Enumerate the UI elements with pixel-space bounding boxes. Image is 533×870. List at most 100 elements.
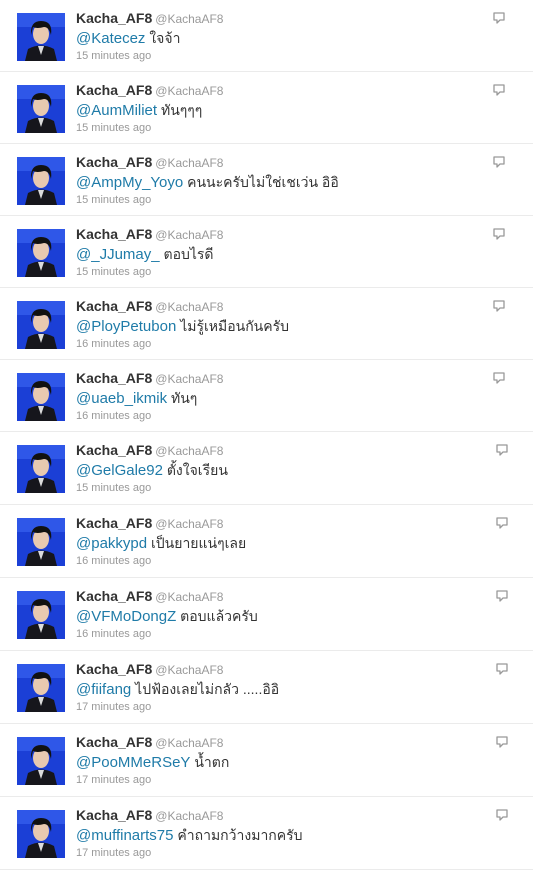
reply-icon[interactable] xyxy=(492,155,506,169)
avatar[interactable] xyxy=(17,301,65,349)
timestamp-link[interactable]: 15 minutes ago xyxy=(76,121,493,136)
author-handle[interactable]: @KachaAF8 xyxy=(155,84,223,98)
avatar[interactable] xyxy=(17,518,65,566)
author-handle[interactable]: @KachaAF8 xyxy=(155,663,223,677)
avatar[interactable] xyxy=(17,157,65,205)
author-name[interactable]: Kacha_AF8 xyxy=(76,298,152,314)
avatar-image xyxy=(17,591,65,639)
author-handle[interactable]: @KachaAF8 xyxy=(155,736,223,750)
avatar-image xyxy=(17,445,65,493)
author-name[interactable]: Kacha_AF8 xyxy=(76,154,152,170)
reply-icon[interactable] xyxy=(495,443,509,457)
tweet-item: Kacha_AF8 @KachaAF8 @PooMMeRSeY น้ำตก 17 … xyxy=(0,724,533,797)
reply-icon[interactable] xyxy=(495,735,509,749)
mention-link[interactable]: @PloyPetubon xyxy=(76,318,176,335)
tweet-text: ใจจ้า xyxy=(149,30,181,46)
avatar[interactable] xyxy=(17,85,65,133)
reply-icon[interactable] xyxy=(495,516,509,530)
author-name[interactable]: Kacha_AF8 xyxy=(76,515,152,531)
mention-link[interactable]: @fiifang xyxy=(76,681,131,698)
avatar[interactable] xyxy=(17,445,65,493)
tweet-text: คำถามกว้างมากครับ xyxy=(177,827,303,843)
mention-link[interactable]: @AumMiliet xyxy=(76,102,157,119)
tweet-text: ตอบไรดี xyxy=(163,246,214,262)
author-handle[interactable]: @KachaAF8 xyxy=(155,228,223,242)
author-name[interactable]: Kacha_AF8 xyxy=(76,82,152,98)
author-name[interactable]: Kacha_AF8 xyxy=(76,661,152,677)
avatar[interactable] xyxy=(17,229,65,277)
author-name[interactable]: Kacha_AF8 xyxy=(76,10,152,26)
avatar-image xyxy=(17,518,65,566)
mention-link[interactable]: @AmpMy_Yoyo xyxy=(76,174,183,191)
timestamp-link[interactable]: 16 minutes ago xyxy=(76,554,493,569)
avatar-image xyxy=(17,373,65,421)
timestamp-link[interactable]: 16 minutes ago xyxy=(76,337,493,352)
avatar[interactable] xyxy=(17,373,65,421)
timestamp-link[interactable]: 17 minutes ago xyxy=(76,700,493,715)
tweet-item: Kacha_AF8 @KachaAF8 @VFMoDongZ ตอบแล้วครั… xyxy=(0,578,533,651)
timestamp-link[interactable]: 15 minutes ago xyxy=(76,265,493,280)
author-handle[interactable]: @KachaAF8 xyxy=(155,517,223,531)
mention-link[interactable]: @Katecez xyxy=(76,30,145,47)
mention-link[interactable]: @GelGale92 xyxy=(76,462,163,479)
tweet-item: Kacha_AF8 @KachaAF8 @PloyPetubon ไม่รู้เห… xyxy=(0,288,533,360)
tweet-text: เป็นยายแน่ๆเลย xyxy=(151,535,247,551)
author-handle[interactable]: @KachaAF8 xyxy=(155,300,223,314)
mention-link[interactable]: @PooMMeRSeY xyxy=(76,754,190,771)
mention-link[interactable]: @uaeb_ikmik xyxy=(76,390,167,407)
avatar-image xyxy=(17,301,65,349)
timestamp-link[interactable]: 15 minutes ago xyxy=(76,49,493,64)
reply-icon[interactable] xyxy=(495,662,509,676)
timestamp-link[interactable]: 17 minutes ago xyxy=(76,846,493,861)
avatar-image xyxy=(17,810,65,858)
avatar[interactable] xyxy=(17,737,65,785)
author-name[interactable]: Kacha_AF8 xyxy=(76,588,152,604)
avatar-image xyxy=(17,737,65,785)
avatar[interactable] xyxy=(17,591,65,639)
reply-icon[interactable] xyxy=(492,371,506,385)
reply-icon[interactable] xyxy=(492,83,506,97)
avatar[interactable] xyxy=(17,664,65,712)
reply-icon[interactable] xyxy=(492,299,506,313)
avatar-image xyxy=(17,85,65,133)
tweet-item: Kacha_AF8 @KachaAF8 @_JJumay_ ตอบไรดี 15 … xyxy=(0,216,533,288)
author-name[interactable]: Kacha_AF8 xyxy=(76,442,152,458)
tweet-text: ไปฟ้องเลยไม่กลัว .....อิอิ xyxy=(135,681,280,697)
tweet-item: Kacha_AF8 @KachaAF8 @Katecez ใจจ้า 15 min… xyxy=(0,0,533,72)
author-handle[interactable]: @KachaAF8 xyxy=(155,372,223,386)
tweet-item: Kacha_AF8 @KachaAF8 @AumMiliet ทันๆๆๆ 15 … xyxy=(0,72,533,144)
timestamp-link[interactable]: 16 minutes ago xyxy=(76,627,493,642)
reply-icon[interactable] xyxy=(492,227,506,241)
timestamp-link[interactable]: 15 minutes ago xyxy=(76,193,493,208)
reply-icon[interactable] xyxy=(492,11,506,25)
reply-icon[interactable] xyxy=(495,589,509,603)
tweet-item: Kacha_AF8 @KachaAF8 @uaeb_ikmik ทันๆ 16 m… xyxy=(0,360,533,432)
author-name[interactable]: Kacha_AF8 xyxy=(76,226,152,242)
avatar[interactable] xyxy=(17,810,65,858)
author-handle[interactable]: @KachaAF8 xyxy=(155,444,223,458)
timestamp-link[interactable]: 15 minutes ago xyxy=(76,481,493,496)
mention-link[interactable]: @muffinarts75 xyxy=(76,827,174,844)
tweet-timeline: Kacha_AF8 @KachaAF8 @Katecez ใจจ้า 15 min… xyxy=(0,0,533,870)
author-name[interactable]: Kacha_AF8 xyxy=(76,734,152,750)
tweet-item: Kacha_AF8 @KachaAF8 @muffinarts75 คำถามกว… xyxy=(0,797,533,870)
avatar-image xyxy=(17,229,65,277)
author-handle[interactable]: @KachaAF8 xyxy=(155,590,223,604)
author-name[interactable]: Kacha_AF8 xyxy=(76,807,152,823)
tweet-item: Kacha_AF8 @KachaAF8 @pakkypd เป็นยายแน่ๆเ… xyxy=(0,505,533,578)
avatar-image xyxy=(17,664,65,712)
mention-link[interactable]: @_JJumay_ xyxy=(76,246,160,263)
tweet-text: ไม่รู้เหมือนกันครับ xyxy=(180,318,290,334)
mention-link[interactable]: @pakkypd xyxy=(76,535,147,552)
tweet-item: Kacha_AF8 @KachaAF8 @fiifang ไปฟ้องเลยไม่… xyxy=(0,651,533,724)
avatar-image xyxy=(17,13,65,61)
author-handle[interactable]: @KachaAF8 xyxy=(155,156,223,170)
timestamp-link[interactable]: 16 minutes ago xyxy=(76,409,493,424)
avatar[interactable] xyxy=(17,13,65,61)
author-name[interactable]: Kacha_AF8 xyxy=(76,370,152,386)
author-handle[interactable]: @KachaAF8 xyxy=(155,809,223,823)
mention-link[interactable]: @VFMoDongZ xyxy=(76,608,176,625)
reply-icon[interactable] xyxy=(495,808,509,822)
timestamp-link[interactable]: 17 minutes ago xyxy=(76,773,493,788)
author-handle[interactable]: @KachaAF8 xyxy=(155,12,223,26)
